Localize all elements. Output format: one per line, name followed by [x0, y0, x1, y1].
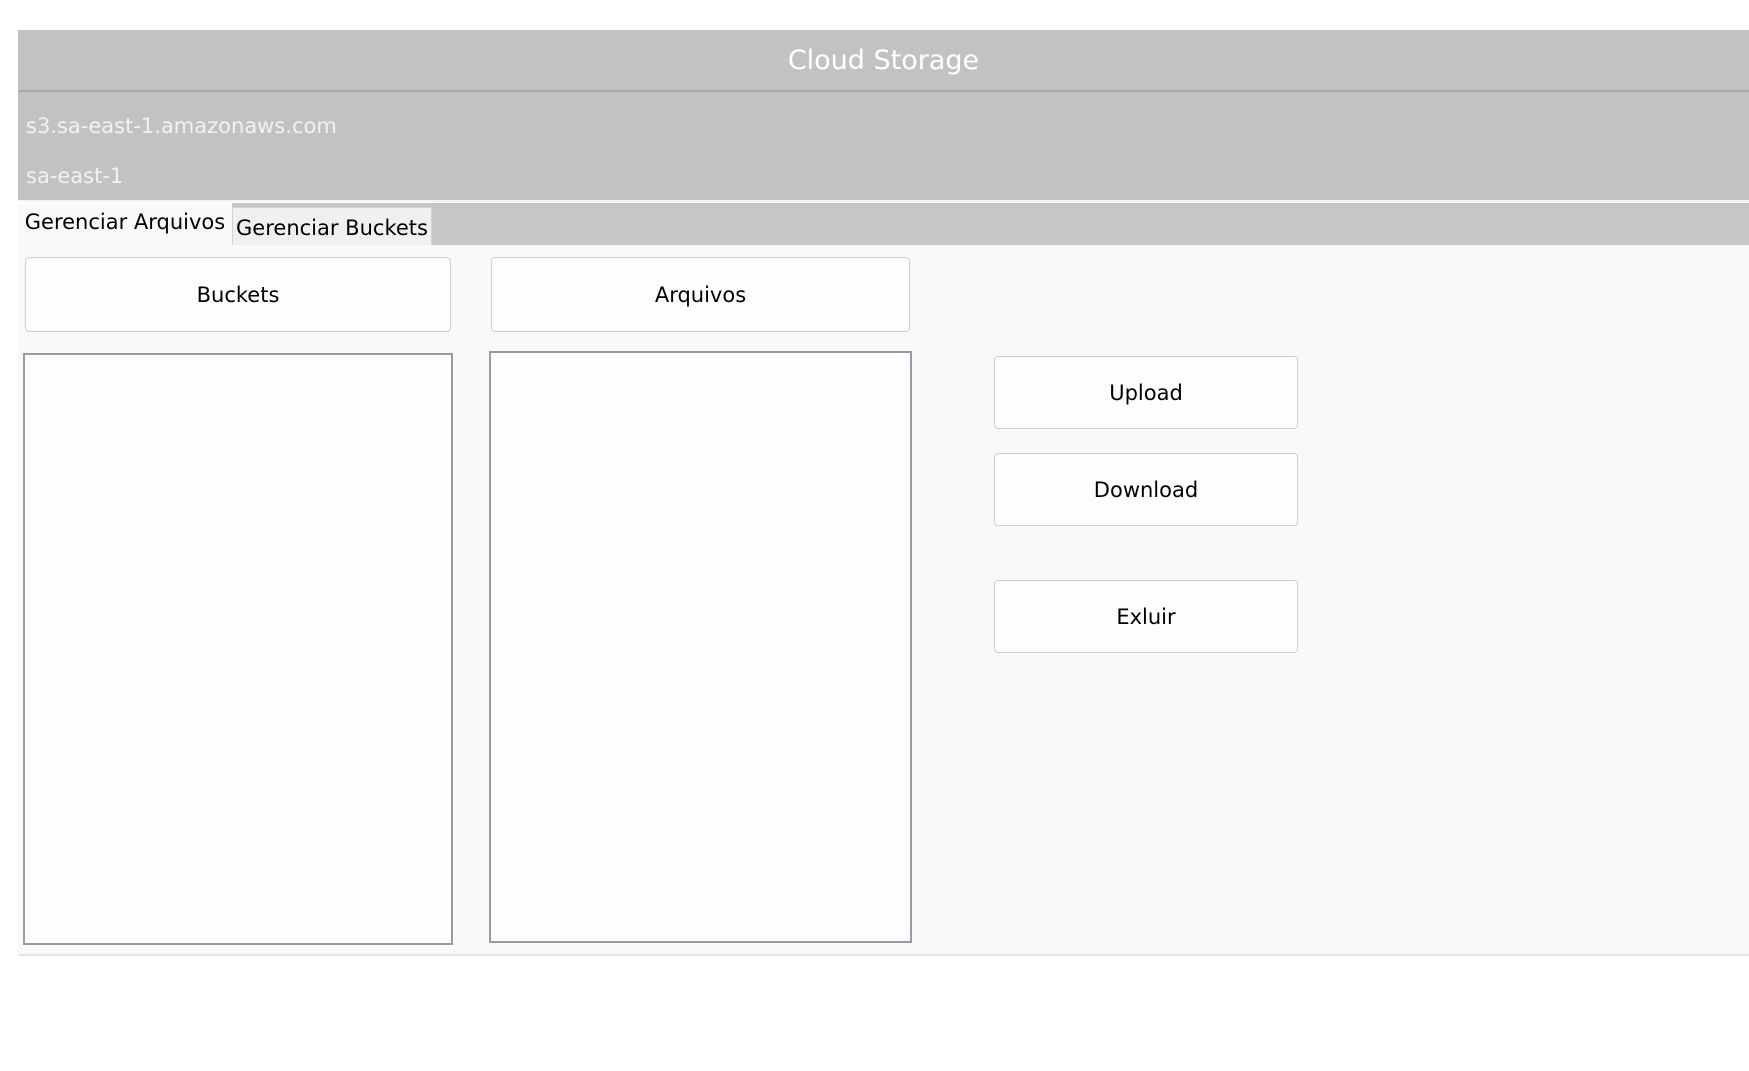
endpoint-label: s3.sa-east-1.amazonaws.com [26, 114, 337, 138]
window-title: Cloud Storage [787, 44, 980, 76]
buckets-list[interactable] [23, 353, 453, 945]
bottom-area [18, 956, 1749, 1071]
files-list[interactable] [489, 351, 912, 943]
buckets-button[interactable]: Buckets [25, 257, 451, 332]
tab-label: Gerenciar Buckets [236, 215, 428, 240]
download-button[interactable]: Download [994, 453, 1298, 526]
tab-gerenciar-buckets[interactable]: Gerenciar Buckets [232, 207, 432, 245]
arquivos-button[interactable]: Arquivos [491, 257, 910, 332]
connection-info-panel: s3.sa-east-1.amazonaws.com sa-east-1 [18, 92, 1749, 202]
tab-label: Gerenciar Arquivos [24, 210, 226, 234]
tab-gerenciar-arquivos[interactable]: Gerenciar Arquivos [18, 203, 232, 245]
delete-button[interactable]: Exluir [994, 580, 1298, 653]
app-window: Cloud Storage s3.sa-east-1.amazonaws.com… [18, 30, 1749, 1071]
region-label: sa-east-1 [26, 164, 124, 188]
window-title-bar: Cloud Storage [18, 30, 1749, 92]
upload-button[interactable]: Upload [994, 356, 1298, 429]
tab-bar: Gerenciar Arquivos Gerenciar Buckets [18, 202, 1749, 245]
